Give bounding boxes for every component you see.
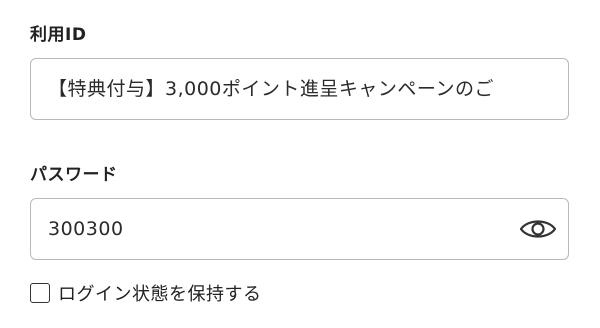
user-id-input-value: 【特典付与】3,000ポイント進呈キャンペーンのご — [48, 78, 494, 100]
show-password-button[interactable] — [519, 214, 557, 244]
user-id-label: 利用ID — [30, 25, 87, 45]
eye-icon — [519, 220, 557, 238]
password-label: パスワード — [30, 165, 118, 185]
user-id-input[interactable]: 【特典付与】3,000ポイント進呈キャンペーンのご — [30, 58, 569, 120]
remember-login-option[interactable]: ログイン状態を保持する — [30, 280, 262, 306]
remember-login-label: ログイン状態を保持する — [58, 284, 262, 305]
remember-login-checkbox[interactable] — [30, 283, 50, 303]
password-input-value: 300300 — [48, 218, 124, 240]
password-input[interactable]: 300300 — [30, 198, 569, 260]
